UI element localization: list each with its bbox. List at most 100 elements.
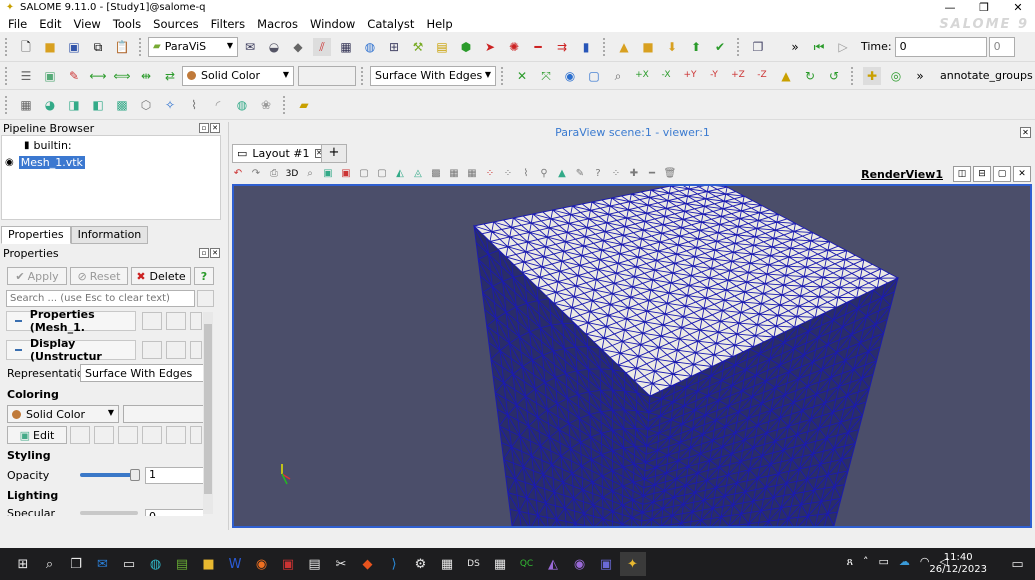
paste-display-icon[interactable]: [166, 341, 186, 359]
opacity-slider-handle[interactable]: [130, 469, 140, 481]
time-step-field[interactable]: 0: [988, 36, 1015, 57]
coloring-field[interactable]: Solid Color ▼: [7, 405, 119, 423]
reload-properties-icon[interactable]: [190, 312, 202, 330]
red-arrow-icon[interactable]: ➤: [481, 38, 499, 56]
folder-icon[interactable]: ■: [639, 38, 657, 56]
rescale-data-icon[interactable]: [94, 426, 114, 444]
warp-icon[interactable]: ◜: [209, 96, 227, 114]
threshold-icon[interactable]: ▩: [113, 96, 131, 114]
visual-studio-icon[interactable]: ◭: [540, 552, 566, 576]
render-view-name[interactable]: RenderView1: [861, 168, 943, 181]
vscode-icon[interactable]: ⟩: [381, 552, 407, 576]
select-blocks-icon[interactable]: ▩: [428, 166, 444, 182]
copy-display-icon[interactable]: [142, 341, 162, 359]
find-data-icon[interactable]: ⁘: [608, 166, 624, 182]
undo-camera-icon[interactable]: ↶: [230, 166, 246, 182]
tools-icon[interactable]: ⚒: [409, 38, 427, 56]
select-cells-through-icon[interactable]: ▢: [356, 166, 372, 182]
zoom-to-data-icon[interactable]: ⤧: [537, 67, 555, 85]
close-icon[interactable]: ✕: [210, 248, 220, 258]
mesh-module-icon[interactable]: ◆: [289, 38, 307, 56]
view-plus-x-icon[interactable]: +X: [633, 67, 651, 85]
rotate-minus-90-icon[interactable]: ↺: [825, 67, 843, 85]
clip-icon[interactable]: ◨: [65, 96, 83, 114]
view-plus-z-icon[interactable]: +Z: [729, 67, 747, 85]
paste-properties-icon[interactable]: [166, 312, 186, 330]
tab-properties[interactable]: Properties: [1, 226, 71, 244]
specular-field[interactable]: 0: [145, 509, 203, 516]
add-layout-tab[interactable]: +: [321, 144, 347, 163]
search-icon[interactable]: ⌕: [37, 552, 63, 576]
annotate-icon[interactable]: ✚: [863, 66, 881, 85]
copy-properties-icon[interactable]: [142, 312, 162, 330]
pipeline-builtin[interactable]: ▮ builtin:: [24, 138, 72, 152]
shrink-icon[interactable]: ━: [644, 166, 660, 182]
annotate-target-icon[interactable]: ◎: [887, 67, 905, 85]
hover-points-icon[interactable]: ⁘: [482, 166, 498, 182]
tab-information[interactable]: Information: [70, 226, 149, 244]
close-viewer-icon[interactable]: ✕: [1020, 127, 1031, 138]
minimize-icon[interactable]: —: [933, 0, 967, 15]
split-horizontal-icon[interactable]: ◫: [953, 166, 971, 182]
play-icon[interactable]: ▷: [834, 38, 852, 56]
reload-display-icon[interactable]: [190, 341, 202, 359]
link-selection-icon[interactable]: ⚲: [536, 166, 552, 182]
edit-colormap-icon[interactable]: ✎: [65, 67, 83, 85]
open-folder-icon[interactable]: ■: [41, 38, 59, 56]
calculator-icon[interactable]: ▦: [17, 96, 35, 114]
export-icon[interactable]: ⬆: [687, 38, 705, 56]
settings-gear-icon[interactable]: [197, 290, 214, 307]
slice-icon[interactable]: ◧: [89, 96, 107, 114]
select-cells-polygon-icon[interactable]: ◭: [392, 166, 408, 182]
capture-icon[interactable]: ⎙: [266, 166, 282, 182]
view-minus-x-icon[interactable]: -X: [657, 67, 675, 85]
start-icon[interactable]: ⊞: [10, 552, 36, 576]
camera-zoom-icon[interactable]: ⌕: [302, 166, 318, 182]
toolbar-grip[interactable]: [5, 95, 9, 114]
clock[interactable]: 11:40 26/12/2023: [929, 552, 987, 576]
annotate-groups-label[interactable]: annotate_groups: [940, 69, 1033, 82]
red-line-icon[interactable]: ━: [529, 38, 547, 56]
close-icon[interactable]: ✕: [1001, 0, 1035, 15]
zoom-closest-icon[interactable]: ◉: [561, 67, 579, 85]
paste-icon[interactable]: 📋: [113, 38, 131, 56]
group-datasets-icon[interactable]: ◍: [233, 96, 251, 114]
section-properties[interactable]: Properties (Mesh_1.: [6, 308, 136, 334]
delete-button[interactable]: ✖ Delete: [131, 267, 191, 285]
module-selector[interactable]: ▰ ParaViS ▼: [148, 36, 238, 57]
view-minus-y-icon[interactable]: -Y: [705, 67, 723, 85]
edge-icon[interactable]: ◍: [143, 552, 169, 576]
time-field[interactable]: 0: [894, 36, 987, 57]
representation-selector[interactable]: Surface With Edges ▼: [370, 65, 496, 86]
specular-slider[interactable]: [80, 511, 138, 515]
edit-selection-icon[interactable]: ✎: [572, 166, 588, 182]
component-selector[interactable]: [298, 65, 356, 86]
qc-app-icon[interactable]: QC: [514, 552, 540, 576]
first-frame-icon[interactable]: ⏮: [810, 38, 828, 56]
pipeline-item-mesh[interactable]: ◉ Mesh_1.vtk: [5, 155, 85, 169]
filter-icon[interactable]: ⊞: [385, 38, 403, 56]
save-icon[interactable]: ▣: [65, 38, 83, 56]
edit-button[interactable]: ▣ Edit: [7, 426, 67, 444]
representation-field[interactable]: Surface With Edges: [80, 364, 204, 382]
component-field[interactable]: [123, 405, 205, 423]
rescale-range-icon[interactable]: ⟷: [89, 67, 107, 85]
copy-icon[interactable]: ⧉: [89, 38, 107, 56]
script-icon[interactable]: ▤: [433, 38, 451, 56]
word-icon[interactable]: W: [222, 552, 248, 576]
view-3d-toggle[interactable]: 3D: [284, 166, 300, 182]
view-minus-z-icon[interactable]: -Z: [753, 67, 771, 85]
import-icon[interactable]: ⬇: [663, 38, 681, 56]
pipeline-browser[interactable]: ▮ builtin: ◉ Mesh_1.vtk: [1, 135, 221, 220]
globe-icon[interactable]: ◍: [361, 38, 379, 56]
menu-catalyst[interactable]: Catalyst: [359, 17, 418, 31]
menu-view[interactable]: View: [66, 17, 105, 31]
contour-icon[interactable]: ◕: [41, 96, 59, 114]
float-icon[interactable]: ▫: [199, 248, 209, 258]
notifications-icon[interactable]: ▭: [1005, 552, 1031, 576]
close-icon[interactable]: ✕: [210, 123, 220, 133]
show-scalar-bar-icon[interactable]: [190, 426, 202, 444]
cloud-icon[interactable]: ☁: [899, 555, 910, 569]
close-view-icon[interactable]: ✕: [1013, 166, 1031, 182]
menu-filters[interactable]: Filters: [203, 17, 249, 31]
